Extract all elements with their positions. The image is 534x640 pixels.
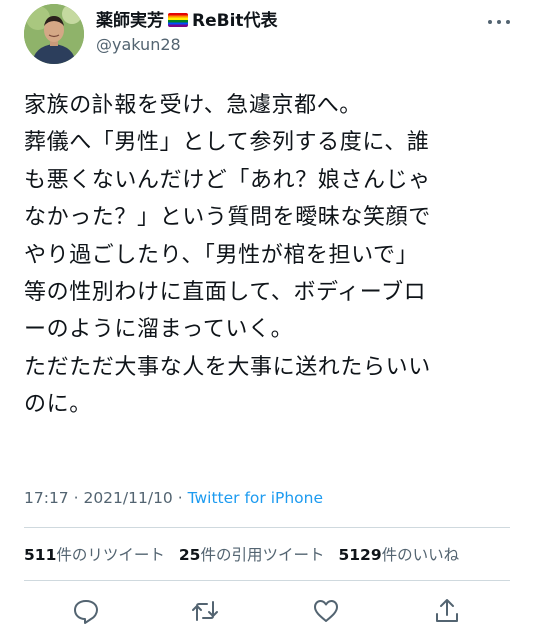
quote-count[interactable]: 25件の引用ツイート bbox=[179, 546, 325, 564]
retweet-count[interactable]: 511件のリツイート bbox=[24, 546, 165, 564]
like-count-number: 5129 bbox=[338, 546, 382, 564]
tweet-line: 葬儀へ「男性」として参列する度に、誰 bbox=[24, 130, 430, 156]
quote-count-number: 25 bbox=[178, 546, 201, 564]
avatar[interactable] bbox=[24, 4, 84, 64]
more-dot bbox=[506, 20, 510, 24]
tweet-line: 等の性別わけに直面して、ボディーブロ bbox=[24, 280, 427, 306]
tweet-source[interactable]: Twitter for iPhone bbox=[188, 489, 323, 507]
tweet-line: も悪くないんだけど「あれ？娘さんじゃ bbox=[24, 167, 431, 193]
author-names: 薬師実芳 ReBit代表 @yakun28 bbox=[96, 10, 278, 56]
like-button[interactable] bbox=[311, 596, 341, 626]
reply-icon bbox=[74, 600, 98, 624]
user-handle[interactable]: @yakun28 bbox=[96, 34, 278, 56]
retweet-count-label: 件のリツイート bbox=[56, 546, 165, 564]
tweet-line: のに。 bbox=[24, 392, 92, 418]
share-button[interactable] bbox=[432, 596, 462, 626]
divider bbox=[24, 527, 510, 528]
like-icon bbox=[314, 600, 338, 622]
tweet-line: やり過ごしたり、「男性が棺を担いで」 bbox=[24, 242, 419, 268]
more-dot bbox=[497, 20, 501, 24]
tweet-line: ただただ大事な人を大事に送れたらいい bbox=[24, 354, 431, 380]
display-name[interactable]: 薬師実芳 ReBit代表 bbox=[96, 10, 278, 32]
tweet-date[interactable]: 2021/11/10 bbox=[83, 489, 172, 507]
tweet-stats: 511件のリツイート 25件の引用ツイート 5129件のいいね bbox=[24, 543, 473, 565]
avatar-image bbox=[24, 4, 84, 64]
rainbow-flag-icon bbox=[168, 13, 188, 27]
share-icon bbox=[436, 599, 458, 622]
more-dot bbox=[488, 20, 492, 24]
display-name-suffix: ReBit代表 bbox=[192, 11, 278, 31]
like-count[interactable]: 5129件のいいね bbox=[338, 546, 459, 564]
meta-separator: · bbox=[68, 489, 84, 507]
retweet-count-number: 511 bbox=[24, 546, 57, 564]
reply-button[interactable] bbox=[71, 596, 101, 626]
tweet-line: ーのように溜まっていく。 bbox=[24, 317, 294, 343]
retweet-icon bbox=[192, 601, 218, 621]
tweet-time[interactable]: 17:17 bbox=[24, 489, 69, 507]
action-bar bbox=[0, 590, 534, 630]
tweet-line: 家族の訃報を受け、急遽京都へ。 bbox=[24, 93, 362, 118]
tweet-meta: 17:17 · 2021/11/10 · Twitter for iPhone bbox=[24, 489, 323, 507]
more-icon[interactable] bbox=[488, 14, 512, 30]
tweet-text: 家族の訃報を受け、急遽京都へ。 葬儀へ「男性」として参列する度に、誰 も悪くない… bbox=[24, 87, 520, 424]
meta-separator: · bbox=[172, 489, 188, 507]
display-name-text: 薬師実芳 bbox=[96, 11, 164, 31]
tweet-line: なかった？」という質問を曖昧な笑顔で bbox=[24, 205, 431, 231]
tweet-header: 薬師実芳 ReBit代表 @yakun28 bbox=[24, 4, 514, 66]
divider bbox=[24, 580, 510, 581]
quote-count-label: 件の引用ツイート bbox=[200, 546, 325, 564]
retweet-button[interactable] bbox=[190, 596, 220, 626]
like-count-label: 件のいいね bbox=[381, 546, 460, 564]
